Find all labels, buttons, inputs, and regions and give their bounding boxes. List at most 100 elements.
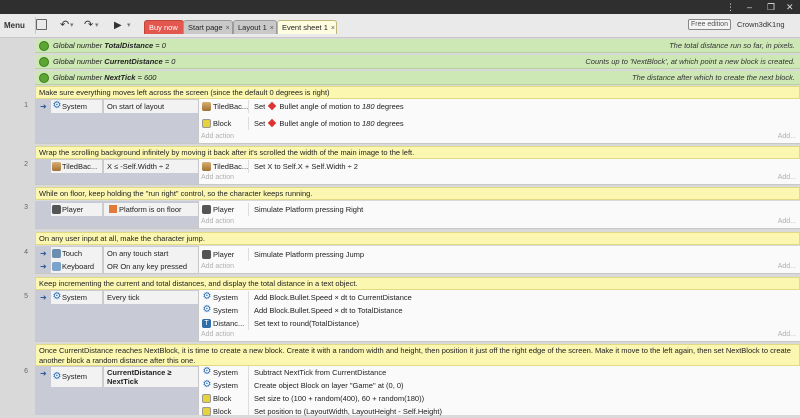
event-block[interactable]: ➜ ⚙ System CurrentDistance ≥ NextTick ⚙ Sy… — [35, 366, 800, 418]
condition-row[interactable]: Player Platform is on floor — [35, 203, 198, 216]
action-row[interactable]: TiledBac... Set X to Self.X + Self.Width… — [199, 160, 800, 173]
tiled-background-icon — [202, 162, 211, 171]
add-action-link[interactable]: Add action — [201, 218, 234, 225]
comment-row[interactable]: Once CurrentDistance reaches NextBlock, … — [35, 344, 800, 366]
action-block[interactable]: TiledBac... Set Bullet angle of motion t… — [198, 99, 800, 143]
keyboard-icon — [52, 262, 61, 271]
global-variable-description: The distance after which to create the n… — [631, 73, 795, 82]
add-menu-link[interactable]: Add... — [778, 133, 796, 140]
condition-row[interactable]: ➜ Keyboard OR On any key pressed — [35, 260, 198, 273]
add-action-link[interactable]: Add action — [201, 263, 234, 270]
action-text: Add Block.Bullet.Speed × dt to CurrentDi… — [254, 293, 412, 302]
close-icon[interactable]: × — [226, 25, 230, 32]
undo-dropdown-icon[interactable]: ▾ — [70, 17, 74, 34]
comment-row[interactable]: Make sure everything moves left across t… — [35, 86, 800, 99]
action-block[interactable]: TiledBac... Set X to Self.X + Self.Width… — [198, 159, 800, 184]
action-row[interactable]: T Distanc... Set text to round(TotalDista… — [199, 317, 800, 330]
add-action-link[interactable]: Add action — [201, 133, 234, 140]
condition-row[interactable]: TiledBac... X ≤ -Self.Width ÷ 2 — [35, 160, 198, 173]
condition-object: Player — [62, 205, 84, 214]
condition-object: System — [62, 102, 88, 111]
event-block[interactable]: ➜ Touch On any touch start ➜ Keyboard OR… — [35, 246, 800, 274]
action-row[interactable]: Block Set Bullet angle of motion to 180 … — [199, 117, 800, 130]
save-icon[interactable] — [36, 19, 47, 30]
comment-row[interactable]: Wrap the scrolling background infinitely… — [35, 146, 800, 159]
action-text: Set position to (LayoutWidth, LayoutHeig… — [254, 407, 443, 416]
action-text: Set size to (100 + random(400), 60 + ran… — [254, 394, 425, 403]
action-row[interactable]: ⚙ System Add Block.Bullet.Speed × dt to C… — [199, 291, 800, 304]
tab-event-sheet-1[interactable]: Event sheet 1 × — [277, 20, 337, 34]
add-menu-link[interactable]: Add... — [778, 263, 796, 270]
action-object: Player — [213, 250, 235, 259]
add-action-link[interactable]: Add action — [201, 331, 234, 338]
arrow-right-icon: ➜ — [40, 293, 47, 302]
gear-icon: ⚙ — [52, 371, 62, 382]
action-row[interactable]: Player Simulate Platform pressing Right — [199, 203, 800, 216]
add-menu-link[interactable]: Add... — [778, 218, 796, 225]
redo-dropdown-icon[interactable]: ▾ — [95, 17, 99, 34]
add-menu-link[interactable]: Add... — [778, 331, 796, 338]
free-edition-badge: Free edition — [688, 19, 731, 30]
close-icon[interactable]: × — [270, 25, 274, 32]
condition-row[interactable]: ➜ ⚙ System CurrentDistance ≥ NextTick — [35, 367, 198, 387]
action-text: Set Bullet angle of motion to 180 degree… — [254, 118, 404, 128]
menu-button[interactable]: Menu — [0, 17, 36, 34]
action-block[interactable]: ⚙ System Subtract NextTick from CurrentDi… — [198, 366, 800, 418]
more-icon[interactable]: ⋮ — [726, 1, 735, 13]
user-name[interactable]: Crown3dK1ng — [737, 19, 785, 30]
block-icon — [202, 119, 211, 128]
close-icon[interactable]: ✕ — [786, 1, 794, 13]
condition-row[interactable]: ➜ ⚙ System On start of layout — [35, 100, 198, 113]
comment-row[interactable]: While on floor, keep holding the "run ri… — [35, 187, 800, 200]
add-menu-link[interactable]: Add... — [778, 174, 796, 181]
action-row[interactable]: ⚙ System Add Block.Bullet.Speed × dt to T… — [199, 304, 800, 317]
play-dropdown-icon[interactable]: ▾ — [127, 17, 131, 34]
close-icon[interactable]: × — [331, 25, 335, 32]
action-row[interactable]: Block Set position to (LayoutWidth, Layo… — [199, 405, 800, 418]
action-object: Distanc... — [213, 319, 245, 328]
condition-block[interactable]: ➜ Touch On any touch start ➜ Keyboard OR… — [35, 246, 198, 273]
event-block[interactable]: TiledBac... X ≤ -Self.Width ÷ 2 TiledBac… — [35, 159, 800, 185]
comment-row[interactable]: On any user input at all, make the chara… — [35, 232, 800, 245]
event-block[interactable]: ➜ ⚙ System Every tick ⚙ System Add Block.B… — [35, 290, 800, 342]
redo-icon[interactable]: ↷ — [84, 17, 93, 34]
minimize-icon[interactable]: – — [747, 1, 752, 13]
action-block[interactable]: Player Simulate Platform pressing Right … — [198, 201, 800, 228]
condition-text: Platform is on floor — [104, 203, 198, 216]
condition-block[interactable]: TiledBac... X ≤ -Self.Width ÷ 2 — [35, 159, 198, 184]
action-row[interactable]: ⚙ System Subtract NextTick from CurrentDi… — [199, 366, 800, 379]
action-block[interactable]: Player Simulate Platform pressing Jump A… — [198, 246, 800, 273]
tab-layout-1[interactable]: Layout 1 × — [233, 20, 277, 34]
arrow-right-icon: ➜ — [40, 262, 47, 271]
condition-row[interactable]: ➜ Touch On any touch start — [35, 247, 198, 260]
global-variable-row[interactable]: Global number CurrentDistance = 0 Counts… — [35, 55, 800, 69]
tab-start-page[interactable]: Start page × — [183, 20, 233, 34]
event-block[interactable]: Player Platform is on floor Player Simul… — [35, 201, 800, 229]
global-variable-row[interactable]: Global number TotalDistance = 0 The tota… — [35, 39, 800, 53]
action-row[interactable]: Block Set size to (100 + random(400), 60… — [199, 392, 800, 405]
global-variable-row[interactable]: Global number NextTick = 600 The distanc… — [35, 71, 800, 85]
action-block[interactable]: ⚙ System Add Block.Bullet.Speed × dt to C… — [198, 290, 800, 341]
condition-block[interactable]: ➜ ⚙ System Every tick — [35, 290, 198, 341]
condition-block[interactable]: ➜ ⚙ System CurrentDistance ≥ NextTick — [35, 366, 198, 415]
action-text: Add Block.Bullet.Speed × dt to TotalDist… — [254, 306, 403, 315]
event-block[interactable]: ➜ ⚙ System On start of layout TiledBac...… — [35, 99, 800, 144]
condition-block[interactable]: ➜ ⚙ System On start of layout — [35, 99, 198, 143]
player-icon — [202, 205, 211, 214]
condition-block[interactable]: Player Platform is on floor — [35, 201, 198, 228]
action-row[interactable]: ⚙ System Create object Block on layer "Ga… — [199, 379, 800, 392]
tab-label: Start page — [188, 23, 223, 32]
gear-icon: ⚙ — [202, 379, 212, 390]
global-variable-text: Global number NextTick = 600 — [53, 73, 157, 82]
add-action-link[interactable]: Add action — [201, 174, 234, 181]
arrow-right-icon: ➜ — [40, 249, 47, 258]
comment-row[interactable]: Keep incrementing the current and total … — [35, 277, 800, 290]
tab-buy-now[interactable]: Buy now — [144, 20, 184, 34]
action-row[interactable]: TiledBac... Set Bullet angle of motion t… — [199, 100, 800, 113]
undo-icon[interactable]: ↶ — [60, 17, 69, 34]
action-row[interactable]: Player Simulate Platform pressing Jump — [199, 248, 800, 261]
maximize-icon[interactable]: ❐ — [767, 1, 775, 13]
condition-row[interactable]: ➜ ⚙ System Every tick — [35, 291, 198, 304]
play-icon[interactable]: ▶ — [114, 17, 122, 34]
event-number: 4 — [24, 249, 28, 256]
